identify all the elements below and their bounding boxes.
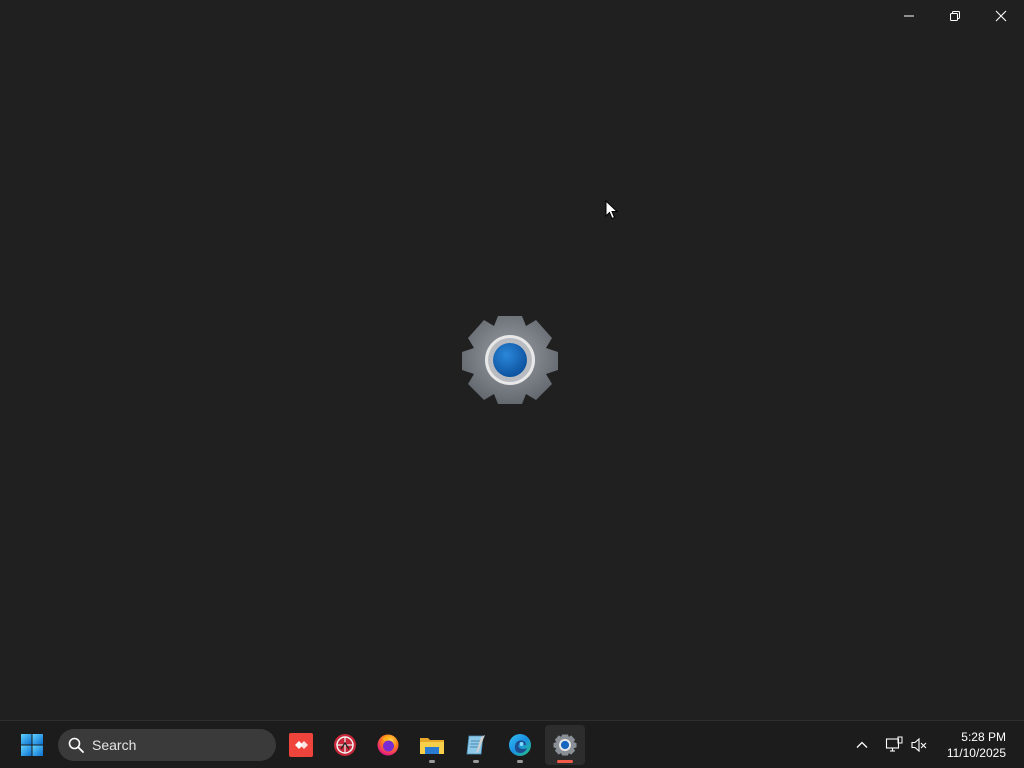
folder-icon — [420, 738, 444, 754]
taskbar-app-red-round[interactable] — [325, 725, 365, 765]
taskbar-app-anydesk[interactable] — [281, 725, 321, 765]
close-button[interactable] — [978, 0, 1024, 32]
chevron-up-icon — [856, 741, 868, 748]
restore-button[interactable] — [932, 0, 978, 32]
anydesk-icon — [289, 733, 313, 757]
close-icon — [995, 10, 1007, 22]
clock-date: 11/10/2025 — [946, 746, 1006, 760]
running-indicator — [429, 760, 435, 763]
settings-window — [0, 0, 1024, 720]
show-hidden-icons-button[interactable] — [850, 733, 874, 757]
minimize-icon — [904, 15, 914, 17]
mouse-pointer-icon — [605, 200, 619, 220]
notepad-icon — [466, 735, 485, 755]
clock-time: 5:28 PM — [961, 730, 1006, 744]
taskbar: Search 5:28 PM 11/10/2025 — [0, 720, 1024, 768]
taskbar-app-firefox[interactable] — [368, 725, 408, 765]
network-icon — [885, 736, 903, 752]
search-placeholder: Search — [92, 737, 137, 753]
taskbar-app-edge[interactable] — [500, 725, 540, 765]
running-indicator — [473, 760, 479, 763]
settings-gear-icon — [553, 734, 577, 756]
active-indicator — [557, 760, 573, 763]
start-button[interactable] — [12, 725, 52, 765]
restore-icon — [950, 11, 960, 21]
firefox-icon — [377, 734, 399, 756]
taskbar-app-settings[interactable] — [545, 725, 585, 765]
window-caption-controls — [886, 0, 1024, 32]
minimize-button[interactable] — [886, 0, 932, 32]
taskbar-app-notepad[interactable] — [456, 725, 496, 765]
red-round-app-icon — [334, 734, 356, 756]
edge-icon — [509, 734, 531, 756]
windows-start-icon — [21, 734, 43, 756]
taskbar-app-file-explorer[interactable] — [412, 725, 452, 765]
search-icon — [68, 737, 84, 753]
taskbar-clock[interactable]: 5:28 PM 11/10/2025 — [926, 729, 1006, 761]
running-indicator — [517, 760, 523, 763]
taskbar-search-box[interactable]: Search — [58, 729, 276, 761]
settings-gear-icon — [462, 316, 558, 404]
network-button[interactable] — [882, 733, 906, 757]
